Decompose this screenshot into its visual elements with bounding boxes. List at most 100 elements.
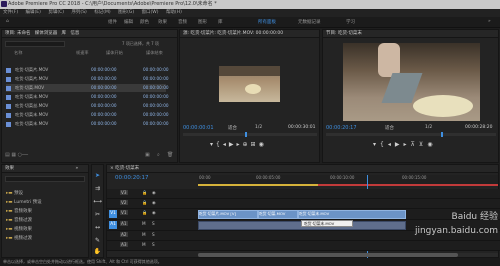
export-frame-icon[interactable]: ◉ — [259, 141, 267, 148]
export-frame-icon[interactable]: ◉ — [427, 141, 436, 148]
source-patch-v1[interactable]: V1 — [109, 210, 117, 218]
lift-icon[interactable]: ⊼ — [411, 141, 419, 148]
track-lock-icon[interactable]: 🔒 — [142, 210, 147, 216]
panel-overflow-icon[interactable]: » — [75, 166, 78, 171]
mute-button[interactable]: M — [142, 242, 146, 247]
effects-folder[interactable]: ▸▬ 音频过渡 — [6, 216, 42, 225]
ripple-edit-tool-icon[interactable]: ⟷ — [93, 197, 102, 206]
tab-project[interactable]: 项目: 未命名 — [5, 31, 30, 36]
source-timecode[interactable]: 00:00:00:01 — [183, 125, 214, 131]
new-item-icon[interactable]: ▣ — [145, 152, 150, 158]
home-icon[interactable]: ⌂ — [6, 19, 9, 24]
workspace-tab[interactable]: 图形 — [198, 19, 207, 25]
menu-help[interactable]: 帮助(H) — [166, 10, 182, 15]
program-scrub-bar[interactable] — [326, 132, 496, 137]
workspace-tab[interactable]: 库 — [218, 19, 223, 25]
project-search-input[interactable] — [5, 41, 65, 47]
source-quality-select[interactable]: 1/2 — [255, 125, 262, 130]
track-select-tool-icon[interactable]: ⇉ — [93, 184, 102, 193]
workspace-tab[interactable]: 音频 — [178, 19, 187, 25]
track-lock-icon[interactable]: 🔒 — [142, 190, 147, 196]
menu-marker[interactable]: 标记(M) — [94, 10, 110, 15]
zoom-slider[interactable]: ○── — [18, 152, 28, 158]
overwrite-icon[interactable]: ⊞ — [251, 141, 259, 148]
tab-media-browser[interactable]: 媒体浏览器 — [35, 31, 58, 36]
close-icon[interactable]: × — [110, 166, 114, 171]
track-eye-icon[interactable]: ◉ — [152, 210, 156, 215]
source-monitor-tab[interactable]: 源: 吃货·切菜片: 吃货·切菜片.MOV: 00:00:00:00 — [180, 30, 319, 38]
track-label[interactable]: A1 — [120, 221, 128, 226]
effects-search-input[interactable] — [5, 176, 85, 182]
mark-out-icon[interactable]: { — [216, 141, 223, 148]
source-playhead[interactable] — [245, 132, 247, 137]
header-media-end[interactable]: 媒体结束 — [146, 50, 163, 56]
timeline-clip[interactable]: 吃货·切菜.MOV — [258, 210, 298, 219]
workspace-tab-active[interactable]: 所有面板 — [258, 19, 276, 25]
source-scrub-bar[interactable] — [183, 132, 317, 137]
header-name[interactable]: 名称 — [14, 50, 22, 56]
program-zoom-select[interactable]: 适合 — [385, 125, 394, 131]
track-label[interactable]: V1 — [120, 210, 128, 215]
tab-libraries[interactable]: 库 — [62, 31, 67, 36]
track-label[interactable]: V2 — [120, 200, 128, 205]
menu-window[interactable]: 窗口(W) — [142, 10, 159, 15]
workspace-tab[interactable]: 效果 — [158, 19, 167, 25]
workspace-tab[interactable]: 元数据记录 — [298, 19, 321, 25]
track-label[interactable]: A3 — [120, 242, 128, 247]
track-label[interactable]: V3 — [120, 190, 128, 195]
scrollbar-thumb[interactable] — [198, 253, 458, 257]
track-label[interactable]: A2 — [120, 232, 128, 237]
effects-folder[interactable]: ▸▬ 视频效果 — [6, 225, 42, 234]
step-back-icon[interactable]: ◂ — [388, 141, 395, 148]
tab-effects[interactable]: 效果 — [5, 166, 14, 171]
mute-button[interactable]: M — [142, 232, 146, 237]
header-media-start[interactable]: 媒体开始 — [106, 50, 123, 56]
insert-icon[interactable]: ⊕ — [243, 141, 251, 148]
project-item-row[interactable]: 吃货·切菜片.MOV 00:00:00:00 00:00:00:00 — [6, 66, 169, 74]
track-eye-icon[interactable]: ◉ — [152, 200, 156, 205]
solo-button[interactable]: S — [152, 242, 155, 247]
menu-edit[interactable]: 编辑(E) — [26, 10, 41, 15]
workspace-tab[interactable]: 组件 — [108, 19, 117, 25]
menu-clip[interactable]: 剪辑(C) — [48, 10, 64, 15]
timeline-scrollbar[interactable] — [198, 253, 498, 257]
trash-icon[interactable]: 🗑 — [167, 152, 173, 158]
hand-tool-icon[interactable]: ✋ — [93, 247, 102, 256]
timeline-timecode[interactable]: 00:00:20:17 — [115, 175, 149, 181]
program-playhead[interactable] — [441, 132, 443, 137]
list-view-icon[interactable]: ▤ — [5, 152, 10, 158]
project-item-row[interactable]: 吃货·切菜末.MOV 00:00:00:00 00:00:00:00 — [6, 111, 169, 119]
menu-graphics[interactable]: 图形(G) — [118, 10, 134, 15]
pen-tool-icon[interactable]: ✎ — [93, 236, 102, 245]
timeline-clip[interactable]: 吃货·切菜片.MOV [V] — [198, 210, 258, 219]
solo-button[interactable]: S — [152, 221, 155, 226]
step-forward-icon[interactable]: ▸ — [403, 141, 410, 148]
program-quality-select[interactable]: 1/2 — [425, 125, 432, 130]
track-eye-icon[interactable]: ◉ — [152, 190, 156, 195]
selection-tool-icon[interactable]: ➤ — [93, 171, 102, 180]
mute-button[interactable]: M — [142, 221, 146, 226]
effects-folder[interactable]: ▸▬ 预设 — [6, 189, 42, 198]
track-lock-icon[interactable]: 🔒 — [142, 200, 147, 206]
header-rate[interactable]: 帧速率 — [76, 50, 89, 56]
menu-sequence[interactable]: 序列(S) — [71, 10, 86, 15]
program-monitor-tab[interactable]: 节目: 吃货·切菜末 — [323, 30, 498, 38]
workspace-tab[interactable]: 颜色 — [140, 19, 149, 25]
slip-tool-icon[interactable]: ↔ — [93, 223, 102, 232]
source-patch-a1[interactable]: A1 — [109, 221, 117, 229]
project-item-row[interactable]: 吃货·切菜片.MOV 00:00:00:00 00:00:00:00 — [6, 75, 169, 83]
project-item-row[interactable]: 吃货·切菜丝.MOV 00:00:00:00 00:00:00:00 — [6, 102, 169, 110]
effects-folder[interactable]: ▸▬ Lumetri 预设 — [6, 198, 42, 207]
project-item-row[interactable]: 吃货·切菜末.MOV 00:00:00:00 00:00:00:00 — [6, 120, 169, 128]
project-item-row-selected[interactable]: 吃货·切菜.MOV 00:00:00:00 00:00:00:00 — [6, 84, 169, 92]
project-item-row[interactable]: 吃货·切菜末.MOV 00:00:00:00 00:00:00:00 — [6, 93, 169, 101]
overflow-icon[interactable]: » — [488, 19, 491, 24]
workspace-tab[interactable]: 学习 — [346, 19, 355, 25]
source-zoom-select[interactable]: 适合 — [228, 125, 237, 131]
workspace-tab[interactable]: 编辑 — [124, 19, 133, 25]
mark-in-icon[interactable]: ▾ — [373, 141, 380, 148]
effects-folder[interactable]: ▸▬ 视频过渡 — [6, 234, 42, 243]
mark-out-icon[interactable]: { — [380, 141, 388, 148]
time-ruler[interactable]: 00:00 00:00:05:00 00:00:10:00 00:00:15:0… — [198, 175, 498, 184]
tab-info[interactable]: 信息 — [70, 31, 79, 36]
